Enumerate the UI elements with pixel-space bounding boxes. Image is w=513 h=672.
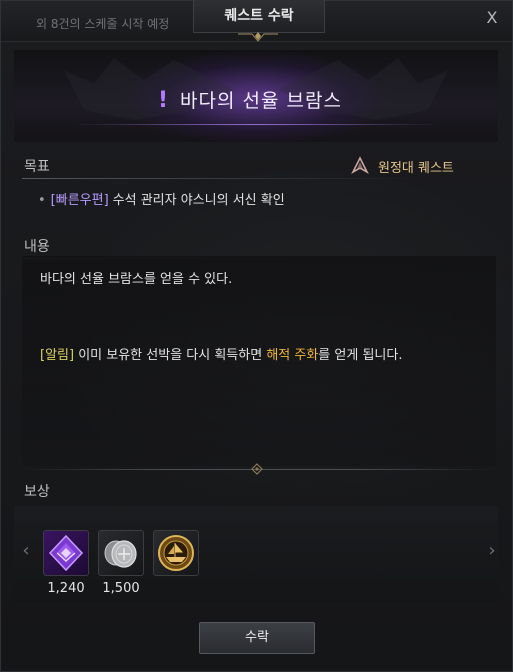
objective-item: • [빠른우편] 수석 관리자 야스니의 서신 확인 — [38, 189, 285, 208]
notice-text-before: 이미 보유한 선박을 다시 획득하면 — [74, 348, 267, 363]
quest-type-label: 원정대 퀘스트 — [378, 161, 454, 176]
purple-crystal-icon — [48, 534, 84, 572]
gold-ship-emblem-icon — [158, 535, 194, 571]
close-button[interactable]: X — [480, 6, 504, 30]
expedition-quest-icon — [351, 156, 369, 175]
rewards-heading: 보상 — [24, 484, 50, 500]
objective-heading: 목표 — [24, 159, 50, 175]
reward-quantity-1: 1,240 — [47, 581, 85, 596]
objective-text: 수석 관리자 야스니의 서신 확인 — [112, 193, 285, 208]
schedule-notice[interactable]: 외 8건의 스케줄 시작 예정 — [36, 15, 169, 32]
reward-slot-3[interactable] — [153, 530, 199, 576]
divider-ornament-icon — [251, 463, 263, 475]
content-description: 바다의 선율 브람스를 얻을 수 있다. — [40, 272, 233, 287]
quest-banner: ! 바다의 선율 브람스 — [14, 50, 498, 142]
content-heading: 내용 — [24, 239, 50, 255]
notice-text-after: 를 얻게 됩니다. — [318, 348, 403, 363]
reward-slot-2[interactable] — [98, 530, 144, 576]
quest-type: 원정대 퀘스트 — [350, 156, 490, 176]
accept-button[interactable]: 수락 — [199, 622, 315, 654]
window-title: 퀘스트 수락 — [193, 0, 325, 33]
banner-glow-line — [74, 124, 438, 125]
notice-tag: [알림] — [40, 348, 75, 363]
rewards-prev-button[interactable]: ‹ — [18, 540, 34, 562]
title-ornament-icon — [238, 32, 278, 42]
reward-slot-1[interactable] — [43, 530, 89, 576]
objective-bullet: • — [38, 193, 46, 208]
quest-title: 바다의 선율 브람스 — [180, 90, 342, 112]
reward-quantity-2: 1,500 — [102, 581, 140, 596]
silver-coin-icon — [104, 540, 137, 568]
notice-highlight: 해적 주화 — [266, 348, 319, 363]
objective-underline — [22, 178, 422, 179]
quest-exclamation-icon: ! — [158, 88, 169, 113]
rewards-next-button[interactable]: › — [484, 540, 500, 562]
quest-title-group: ! 바다의 선율 브람스 — [148, 88, 368, 114]
content-notice: [알림] 이미 보유한 선박을 다시 획득하면 해적 주화를 얻게 됩니다. — [40, 344, 402, 363]
objective-tag: [빠른우편] — [50, 193, 109, 208]
